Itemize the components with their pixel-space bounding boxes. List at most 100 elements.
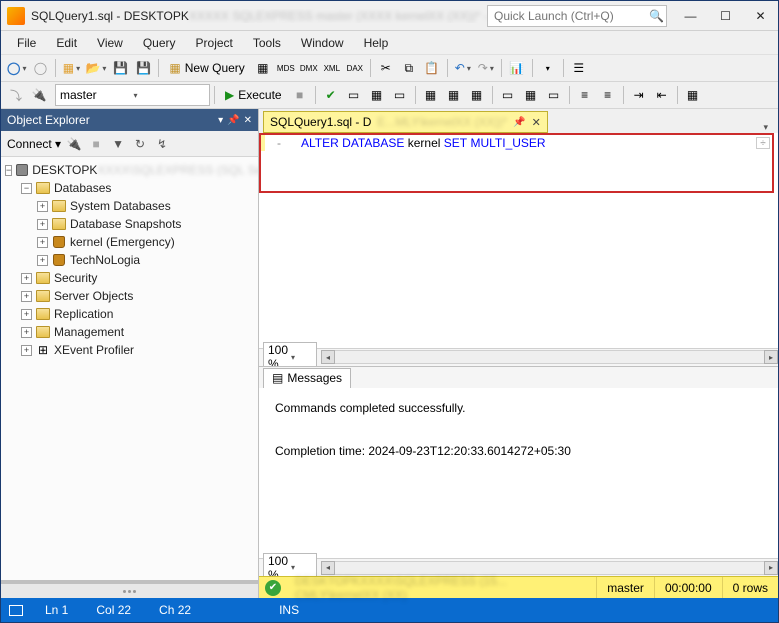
- tree-xevent-profiler[interactable]: + ⊞ XEvent Profiler: [3, 341, 256, 359]
- panel-pin-icon[interactable]: 📌: [227, 115, 239, 126]
- results-to-grid-icon[interactable]: ▦: [520, 84, 542, 106]
- tree-databases[interactable]: − Databases: [3, 179, 256, 197]
- nav-back-button[interactable]: ◯▾: [5, 57, 28, 79]
- menu-tools[interactable]: Tools: [243, 34, 291, 52]
- tab-overflow-icon[interactable]: ▾: [757, 122, 774, 133]
- tree-server-objects[interactable]: + Server Objects: [3, 287, 256, 305]
- connection-icon[interactable]: 🔌: [28, 84, 50, 106]
- estimated-plan-icon[interactable]: ▭: [343, 84, 365, 106]
- mdx-icon[interactable]: MDS: [275, 57, 297, 79]
- tree-database-snapshots[interactable]: + Database Snapshots: [3, 215, 256, 233]
- scroll-left-icon[interactable]: ◂: [321, 350, 335, 364]
- quick-launch[interactable]: 🔍: [487, 5, 667, 27]
- tree-security[interactable]: + Security: [3, 269, 256, 287]
- tree-replication[interactable]: + Replication: [3, 305, 256, 323]
- toolbar-overflow[interactable]: ▾: [537, 57, 559, 79]
- tree-db-kernel[interactable]: + kernel (Emergency): [3, 233, 256, 251]
- sql-editor[interactable]: ÷ - ALTER DATABASE kernel SET MULTI_USER: [261, 135, 772, 151]
- live-stats-icon[interactable]: ▦: [443, 84, 465, 106]
- redo-button[interactable]: ↷▾: [475, 57, 497, 79]
- minimize-button[interactable]: —: [673, 1, 708, 31]
- copy-button[interactable]: ⧉: [398, 57, 420, 79]
- specify-values-icon[interactable]: ▦: [682, 84, 704, 106]
- xmla-icon[interactable]: XML: [321, 57, 343, 79]
- intellisense-icon[interactable]: ▭: [389, 84, 411, 106]
- scroll-left-icon[interactable]: ◂: [321, 561, 335, 575]
- expand-icon[interactable]: +: [21, 291, 32, 302]
- document-tab[interactable]: SQLQuery1.sql - DE...MLY\kernelXX (XX))*…: [263, 111, 548, 133]
- object-tree[interactable]: − DESKTOPKXXXX\SQLEXPRESS (SQL Ser... − …: [1, 157, 258, 580]
- horizontal-scrollbar[interactable]: ◂ ▸: [321, 561, 778, 575]
- refresh-icon[interactable]: ↻: [131, 135, 149, 153]
- split-icon[interactable]: ÷: [756, 137, 770, 149]
- panel-grip[interactable]: [1, 584, 258, 598]
- tree-management[interactable]: + Management: [3, 323, 256, 341]
- menu-query[interactable]: Query: [133, 34, 186, 52]
- database-selector[interactable]: master▾: [55, 84, 210, 106]
- connect-label[interactable]: Connect ▾: [7, 137, 61, 151]
- results-to-file-icon[interactable]: ▭: [543, 84, 565, 106]
- quick-launch-input[interactable]: [494, 9, 649, 23]
- save-button[interactable]: 💾: [109, 57, 131, 79]
- maximize-button[interactable]: ☐: [708, 1, 743, 31]
- horizontal-scrollbar[interactable]: ◂ ▸: [321, 350, 778, 364]
- tree-db-technologia[interactable]: + TechNoLogia: [3, 251, 256, 269]
- menu-help[interactable]: Help: [354, 34, 399, 52]
- tree-system-databases[interactable]: + System Databases: [3, 197, 256, 215]
- undo-button[interactable]: ↶▾: [452, 57, 474, 79]
- nav-forward-button[interactable]: ◯: [29, 57, 51, 79]
- results-to-text-icon[interactable]: ▭: [497, 84, 519, 106]
- parse-button[interactable]: ✔: [320, 84, 342, 106]
- close-tab-icon[interactable]: ✕: [532, 116, 541, 129]
- panel-close-icon[interactable]: ✕: [244, 115, 252, 126]
- change-connection-icon[interactable]: ⤵: [5, 84, 27, 106]
- query-options-icon[interactable]: ▦: [366, 84, 388, 106]
- paste-button[interactable]: 📋: [421, 57, 443, 79]
- expand-icon[interactable]: +: [21, 309, 32, 320]
- dax-icon[interactable]: DAX: [344, 57, 366, 79]
- tree-server[interactable]: − DESKTOPKXXXX\SQLEXPRESS (SQL Ser...: [3, 161, 256, 179]
- menu-project[interactable]: Project: [186, 34, 243, 52]
- open-file-button[interactable]: 📂▾: [83, 57, 108, 79]
- db-engine-query-icon[interactable]: ▦: [252, 57, 274, 79]
- save-all-button[interactable]: 💾: [132, 57, 154, 79]
- actual-plan-icon[interactable]: ▦: [420, 84, 442, 106]
- pin-tab-icon[interactable]: 📌: [513, 117, 525, 128]
- close-button[interactable]: ✕: [743, 1, 778, 31]
- expand-icon[interactable]: +: [21, 345, 32, 356]
- scroll-right-icon[interactable]: ▸: [764, 561, 778, 575]
- expand-icon[interactable]: +: [37, 201, 48, 212]
- activity-monitor-icon[interactable]: 📊: [506, 57, 528, 79]
- client-stats-icon[interactable]: ▦: [466, 84, 488, 106]
- stop-button[interactable]: ■: [289, 84, 311, 106]
- outdent-icon[interactable]: ⇤: [651, 84, 673, 106]
- collapse-icon[interactable]: −: [21, 183, 32, 194]
- expand-icon[interactable]: +: [21, 327, 32, 338]
- registered-servers-icon[interactable]: ☰: [568, 57, 590, 79]
- disconnect-icon[interactable]: 🔌: [65, 135, 83, 153]
- expand-icon[interactable]: +: [37, 237, 48, 248]
- messages-pane[interactable]: Commands completed successfully. Complet…: [259, 388, 778, 559]
- uncomment-icon[interactable]: ≡: [597, 84, 619, 106]
- execute-button[interactable]: ▶Execute: [219, 84, 288, 106]
- comment-icon[interactable]: ≡: [574, 84, 596, 106]
- new-project-button[interactable]: ▦▾: [60, 57, 82, 79]
- filter-icon[interactable]: ▼: [109, 135, 127, 153]
- menu-window[interactable]: Window: [291, 34, 354, 52]
- cut-button[interactable]: ✂: [375, 57, 397, 79]
- indent-icon[interactable]: ⇥: [628, 84, 650, 106]
- new-query-button[interactable]: ▦New Query: [163, 57, 250, 79]
- menu-file[interactable]: File: [7, 34, 46, 52]
- messages-tab[interactable]: ▤ Messages: [263, 368, 351, 388]
- scroll-right-icon[interactable]: ▸: [764, 350, 778, 364]
- sync-icon[interactable]: ↯: [153, 135, 171, 153]
- expand-icon[interactable]: +: [37, 255, 48, 266]
- expand-icon[interactable]: +: [37, 219, 48, 230]
- stop-icon[interactable]: ■: [87, 135, 105, 153]
- menu-edit[interactable]: Edit: [46, 34, 87, 52]
- panel-dropdown-icon[interactable]: ▾: [218, 115, 223, 126]
- menu-view[interactable]: View: [87, 34, 133, 52]
- collapse-icon[interactable]: −: [5, 165, 12, 176]
- dmx-icon[interactable]: DMX: [298, 57, 320, 79]
- expand-icon[interactable]: +: [21, 273, 32, 284]
